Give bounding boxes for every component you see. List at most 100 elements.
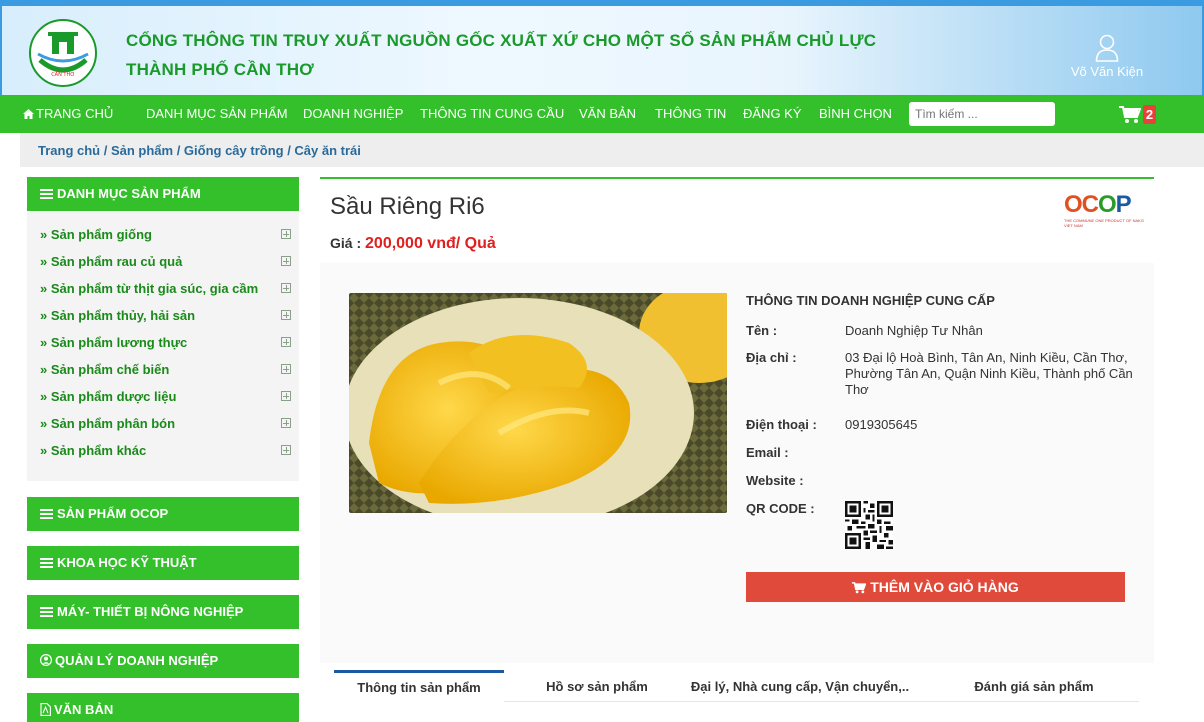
sidebar-section-enterprise-mgmt-header[interactable]: QUẢN LÝ DOANH NGHIỆP: [27, 644, 299, 678]
user-icon: [1095, 34, 1119, 62]
tab-product-info[interactable]: Thông tin sản phẩm: [334, 670, 504, 702]
sidebar-section-ocop[interactable]: SẢN PHẨM OCOP: [27, 497, 299, 531]
sidebar-item-grain[interactable]: » Sản phẩm lương thực: [27, 329, 299, 356]
sidebar-item-label: » Sản phẩm dược liệu: [40, 389, 177, 404]
site-title-line2: THÀNH PHỐ CẦN THƠ: [126, 60, 314, 79]
sidebar-item-meat[interactable]: » Sản phẩm từ thịt gia súc, gia cầm: [27, 275, 299, 302]
qr-code-icon[interactable]: [845, 501, 893, 549]
expand-icon[interactable]: [281, 418, 291, 428]
supplier-qr-label: QR CODE :: [746, 501, 815, 516]
sidebar-section-label: SẢN PHẨM OCOP: [57, 506, 169, 521]
sidebar-item-label: » Sản phẩm thủy, hải sản: [40, 308, 196, 323]
sidebar-section-label: VĂN BẢN: [54, 702, 114, 717]
nav-categories[interactable]: DANH MỤC SẢN PHẨM: [146, 95, 288, 133]
tab-distributors[interactable]: Đại lý, Nhà cung cấp, Vận chuyển,..: [680, 670, 920, 702]
product-image[interactable]: [349, 293, 727, 513]
tab-product-profile[interactable]: Hồ sơ sản phẩm: [520, 670, 674, 702]
list-icon: [40, 558, 53, 568]
search-input[interactable]: [909, 102, 1055, 126]
sidebar-item-label: » Sản phẩm khác: [40, 443, 147, 458]
sidebar-item-vegetables[interactable]: » Sản phẩm rau củ quả: [27, 248, 299, 275]
nav-home-label: TRANG CHỦ: [36, 106, 114, 121]
price-label: Giá :: [330, 235, 366, 251]
cart-button[interactable]: 2: [1117, 105, 1157, 125]
sidebar-item-herbal[interactable]: » Sản phẩm dược liệu: [27, 383, 299, 410]
sidebar-item-label: » Sản phẩm lương thực: [40, 335, 188, 350]
nav-information[interactable]: THÔNG TIN: [655, 95, 726, 133]
product-body: THÔNG TIN DOANH NGHIỆP CUNG CẤP Tên : Do…: [320, 263, 1154, 663]
expand-icon[interactable]: [281, 364, 291, 374]
sidebar-section-machinery-header[interactable]: MÁY- THIẾT BỊ NÔNG NGHIỆP: [27, 595, 299, 629]
user-circle-icon: [39, 653, 53, 667]
site-logo-icon[interactable]: CẦN THƠ: [28, 18, 98, 88]
add-to-cart-label: THÊM VÀO GIỎ HÀNG: [870, 579, 1019, 595]
sidebar-section-ocop-header[interactable]: SẢN PHẨM OCOP: [27, 497, 299, 531]
sidebar-item-label: » Sản phẩm giống: [40, 227, 152, 242]
expand-icon[interactable]: [281, 391, 291, 401]
expand-icon[interactable]: [281, 283, 291, 293]
svg-text:CẦN THƠ: CẦN THƠ: [51, 70, 75, 78]
site-title-line1: CỔNG THÔNG TIN TRUY XUẤT NGUỒN GỐC XUẤT …: [126, 31, 877, 50]
expand-icon[interactable]: [281, 337, 291, 347]
nav-supply-demand[interactable]: THÔNG TIN CUNG CẦU: [420, 95, 564, 133]
expand-icon[interactable]: [281, 310, 291, 320]
supplier-name-value: Doanh Nghiệp Tư Nhân: [845, 323, 983, 338]
sidebar-section-science-header[interactable]: KHOA HỌC KỸ THUẬT: [27, 546, 299, 580]
sidebar-item-processed[interactable]: » Sản phẩm chế biến: [27, 356, 299, 383]
supplier-address-label: Địa chỉ :: [746, 350, 797, 365]
product-tabs: Thông tin sản phẩm Hồ sơ sản phẩm Đại lý…: [334, 670, 1139, 702]
nav-vote[interactable]: BÌNH CHỌN: [819, 95, 892, 133]
list-icon: [40, 509, 53, 519]
cart-icon: [1119, 106, 1141, 123]
price-value: 200,000 vnđ/ Quả: [365, 235, 496, 252]
supplier-info: THÔNG TIN DOANH NGHIỆP CUNG CẤP Tên : Do…: [746, 293, 1133, 549]
list-icon: [40, 607, 53, 617]
supplier-website-label: Website :: [746, 473, 804, 488]
ocop-subtitle: THE COMMUNE ONE PRODUCT OF NAKG VIET NAM: [1064, 218, 1144, 228]
nav-register[interactable]: ĐĂNG KÝ: [743, 95, 802, 133]
sidebar-item-label: » Sản phẩm chế biến: [40, 362, 170, 377]
sidebar-section-documents-header[interactable]: VĂN BẢN: [27, 693, 299, 722]
breadcrumb: Trang chủ / Sản phẩm / Giống cây trồng /…: [20, 133, 1204, 167]
breadcrumb-path[interactable]: Trang chủ / Sản phẩm / Giống cây trồng /…: [38, 143, 361, 158]
sidebar-section-enterprise-mgmt[interactable]: QUẢN LÝ DOANH NGHIỆP: [27, 644, 299, 678]
supplier-name-label: Tên :: [746, 323, 778, 338]
sidebar-item-fertilizer[interactable]: » Sản phẩm phân bón: [27, 410, 299, 437]
sidebar-item-label: » Sản phẩm phân bón: [40, 416, 176, 431]
user-name: Võ Văn Kiện: [1070, 64, 1144, 79]
site-header: CẦN THƠ CỔNG THÔNG TIN TRUY XUẤT NGUỒN G…: [0, 0, 1204, 95]
home-icon: [23, 109, 34, 119]
nav-enterprises[interactable]: DOANH NGHIỆP: [303, 95, 403, 133]
sidebar-category-header[interactable]: DANH MỤC SẢN PHẨM: [27, 177, 299, 211]
ocop-logo: OCOP THE COMMUNE ONE PRODUCT OF NAKG VIE…: [1064, 191, 1144, 229]
site-title: CỔNG THÔNG TIN TRUY XUẤT NGUỒN GỐC XUẤT …: [126, 26, 876, 84]
nav-home[interactable]: TRANG CHỦ: [23, 95, 113, 133]
tab-reviews[interactable]: Đánh giá sản phẩm: [934, 670, 1134, 702]
sidebar-item-other[interactable]: » Sản phẩm khác: [27, 437, 299, 464]
sidebar-category-panel: DANH MỤC SẢN PHẨM » Sản phẩm giống » Sản…: [27, 177, 299, 481]
user-menu[interactable]: Võ Văn Kiện: [1062, 34, 1152, 79]
nav-documents[interactable]: VĂN BẢN: [579, 95, 636, 133]
expand-icon[interactable]: [281, 445, 291, 455]
cart-count-badge: 2: [1143, 105, 1156, 124]
supplier-phone-label: Điện thoại :: [746, 417, 817, 432]
sidebar-item-label: » Sản phẩm từ thịt gia súc, gia cầm: [40, 281, 259, 296]
list-icon: [40, 189, 53, 199]
sidebar-item-seedlings[interactable]: » Sản phẩm giống: [27, 221, 299, 248]
expand-icon[interactable]: [281, 256, 291, 266]
sidebar-section-machinery[interactable]: MÁY- THIẾT BỊ NÔNG NGHIỆP: [27, 595, 299, 629]
add-to-cart-button[interactable]: THÊM VÀO GIỎ HÀNG: [746, 572, 1125, 602]
supplier-email-label: Email :: [746, 445, 789, 460]
product-header: Sầu Riêng Ri6 Giá : 200,000 vnđ/ Quả OCO…: [320, 177, 1154, 263]
product-price: Giá : 200,000 vnđ/ Quả: [330, 235, 496, 253]
product-name: Sầu Riêng Ri6: [330, 193, 485, 220]
expand-icon[interactable]: [281, 229, 291, 239]
sidebar-section-science[interactable]: KHOA HỌC KỸ THUẬT: [27, 546, 299, 580]
sidebar-item-label: » Sản phẩm rau củ quả: [40, 254, 183, 269]
main-nav: TRANG CHỦ DANH MỤC SẢN PHẨM DOANH NGHIỆP…: [0, 95, 1204, 133]
supplier-heading: THÔNG TIN DOANH NGHIỆP CUNG CẤP: [746, 293, 995, 308]
sidebar-section-documents[interactable]: VĂN BẢN: [27, 693, 299, 722]
sidebar-item-seafood[interactable]: » Sản phẩm thủy, hải sản: [27, 302, 299, 329]
sidebar-section-label: MÁY- THIẾT BỊ NÔNG NGHIỆP: [57, 604, 244, 619]
sidebar-section-label: KHOA HỌC KỸ THUẬT: [57, 555, 197, 570]
